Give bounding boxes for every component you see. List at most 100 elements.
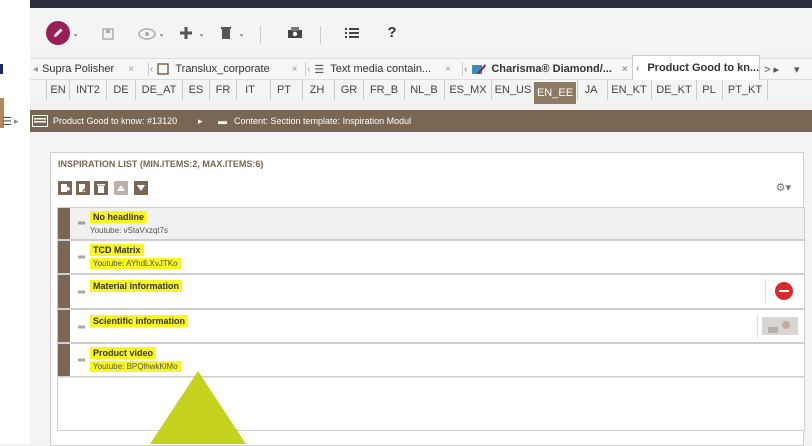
lang-nl-b[interactable]: NL_B bbox=[404, 80, 443, 100]
lang-int2[interactable]: INT2 bbox=[69, 80, 106, 100]
list-item[interactable]: ═ TCD Matrix Youtube: AYhdLXvJTKo bbox=[57, 240, 805, 274]
delete-dropdown-icon[interactable]: ▪ bbox=[240, 30, 243, 40]
tab-nav-icon: ‹ bbox=[150, 63, 154, 75]
list-icon[interactable] bbox=[344, 25, 360, 41]
lang-en[interactable]: EN bbox=[46, 80, 69, 100]
help-icon[interactable]: ? bbox=[384, 23, 400, 41]
scientific-image-icon bbox=[762, 317, 798, 335]
delete-item-icon[interactable] bbox=[94, 181, 108, 195]
lang-fr[interactable]: FR bbox=[209, 80, 236, 100]
row-handle[interactable] bbox=[58, 344, 70, 376]
lang-fr-b[interactable]: FR_B bbox=[363, 80, 404, 100]
lang-es[interactable]: ES bbox=[182, 80, 209, 100]
top-header-bar bbox=[30, 0, 812, 8]
tab-label: Charisma® Diamond/... bbox=[491, 63, 612, 75]
main-toolbar: ▪ ▪ ▪ ▪ ? bbox=[30, 8, 812, 52]
breadcrumb-item[interactable]: Content: Section template: Inspiration M… bbox=[234, 116, 411, 126]
lang-pl[interactable]: PL bbox=[696, 80, 721, 100]
lang-gr[interactable]: GR bbox=[334, 80, 363, 100]
item-title: Scientific information bbox=[90, 315, 189, 327]
edit-dropdown-icon[interactable]: ▪ bbox=[74, 30, 77, 40]
list-item[interactable]: ═ Scientific information bbox=[57, 309, 805, 343]
lang-de-kt[interactable]: DE_KT bbox=[651, 80, 696, 100]
preview-dropdown-icon[interactable]: ▪ bbox=[160, 30, 163, 40]
lang-de-at[interactable]: DE_AT bbox=[135, 80, 182, 100]
tab-label: Supra Polisher bbox=[42, 63, 115, 75]
preview-icon[interactable] bbox=[138, 26, 156, 42]
item-title: TCD Matrix bbox=[90, 244, 144, 256]
tab-divider bbox=[305, 62, 306, 76]
tab-text-media-container[interactable]: ‹ ☰ Text media contain... × bbox=[307, 59, 467, 79]
lang-pt[interactable]: PT bbox=[270, 80, 297, 100]
row-handle[interactable] bbox=[58, 310, 70, 342]
close-icon[interactable]: × bbox=[292, 64, 298, 75]
tab-label: Text media contain... bbox=[330, 63, 432, 75]
annotation-arrow bbox=[150, 371, 246, 444]
lang-en-us[interactable]: EN_US bbox=[491, 80, 534, 100]
lang-en-ee[interactable]: EN_EE bbox=[534, 82, 576, 104]
language-bar: EN INT2 DE DE_AT ES FR IT PT ZH GR FR_B … bbox=[30, 80, 812, 104]
close-icon[interactable]: × bbox=[445, 64, 451, 75]
breadcrumb: ☰ ▸ Product Good to know: #13120 ▸ ▬ Con… bbox=[2, 110, 812, 132]
breadcrumb-item[interactable]: Product Good to know: #13120 bbox=[53, 116, 177, 126]
tab-translux-corporate[interactable]: ‹ Translux_corporate × bbox=[150, 59, 302, 79]
item-title: Material information bbox=[90, 280, 183, 292]
breadcrumb-arrow-icon: ▸ bbox=[198, 115, 203, 126]
left-panel-marker bbox=[0, 64, 3, 74]
tab-divider bbox=[462, 62, 463, 76]
breadcrumb-menu-icon[interactable]: ☰ bbox=[2, 115, 12, 128]
breadcrumb-arrow-icon: ▸ bbox=[14, 115, 19, 126]
tab-label: Translux_corporate bbox=[175, 63, 270, 75]
edit-item-icon[interactable] bbox=[76, 181, 90, 195]
list-item[interactable]: ═ Material information bbox=[57, 274, 805, 309]
lang-de[interactable]: DE bbox=[106, 80, 135, 100]
lang-zh[interactable]: ZH bbox=[302, 80, 331, 100]
tab-nav-icon: ‹ bbox=[636, 62, 640, 74]
drag-handle-icon[interactable]: ═ bbox=[78, 287, 85, 298]
tab-menu-icon[interactable]: ▾ bbox=[794, 59, 808, 79]
row-handle[interactable] bbox=[58, 208, 70, 239]
drag-handle-icon[interactable]: ═ bbox=[78, 355, 85, 366]
drag-handle-icon[interactable]: ═ bbox=[78, 322, 85, 333]
product-icon bbox=[472, 64, 487, 74]
close-icon[interactable]: × bbox=[128, 64, 134, 75]
drag-handle-icon[interactable]: ═ bbox=[78, 218, 85, 229]
left-panel-strip bbox=[0, 0, 30, 444]
tab-nav-icon: ‹ bbox=[464, 63, 468, 75]
item-subtitle: Youtube: AYhdLXvJTKo bbox=[90, 258, 181, 269]
item-thumbnail bbox=[757, 314, 798, 338]
save-icon[interactable] bbox=[100, 26, 116, 42]
item-title: No headline bbox=[90, 211, 148, 223]
toolbar-separator bbox=[320, 26, 321, 44]
lang-ja[interactable]: JA bbox=[577, 80, 604, 100]
drag-handle-icon[interactable]: ═ bbox=[78, 252, 85, 263]
tab-scroll-left-icon[interactable]: ◂ bbox=[33, 64, 38, 75]
print-icon[interactable] bbox=[286, 25, 304, 41]
lang-en-kt[interactable]: EN_KT bbox=[607, 80, 650, 100]
lang-it[interactable]: IT bbox=[236, 80, 263, 100]
toolbar-separator bbox=[260, 26, 261, 44]
product-record-icon bbox=[32, 115, 48, 127]
row-handle[interactable] bbox=[58, 275, 70, 308]
add-dropdown-icon[interactable]: ▪ bbox=[200, 30, 203, 40]
text-media-icon: ☰ bbox=[314, 63, 325, 76]
lang-pt-kt[interactable]: PT_KT bbox=[722, 80, 768, 100]
add-icon[interactable] bbox=[178, 25, 194, 41]
add-item-icon[interactable] bbox=[58, 181, 72, 195]
tab-supra-polisher[interactable]: ◂ Supra Polisher × bbox=[33, 59, 153, 79]
lang-es-mx[interactable]: ES_MX bbox=[444, 80, 491, 100]
close-icon[interactable]: × bbox=[622, 64, 628, 75]
delete-icon[interactable] bbox=[218, 25, 234, 41]
settings-gear-icon[interactable]: ⚙▾ bbox=[776, 181, 791, 194]
tab-charisma-diamond[interactable]: ‹ Charisma® Diamond/... × bbox=[464, 59, 628, 79]
row-handle[interactable] bbox=[58, 241, 70, 273]
item-subtitle: Youtube: vStaVxzqt7s bbox=[90, 226, 168, 235]
item-subtitle: Youtube: BPQlhwkKlMo bbox=[90, 361, 181, 372]
move-down-icon[interactable] bbox=[134, 181, 148, 195]
tab-scroll-right-icon[interactable]: > ▸ bbox=[764, 59, 788, 79]
list-item[interactable]: ═ No headline Youtube: vStaVxzqt7s bbox=[57, 207, 805, 240]
edit-icon[interactable] bbox=[46, 21, 70, 45]
tab-divider bbox=[148, 62, 149, 76]
tab-product-good-to-know[interactable]: ‹ Product Good to kn... bbox=[632, 55, 760, 80]
move-up-icon[interactable] bbox=[114, 181, 128, 195]
